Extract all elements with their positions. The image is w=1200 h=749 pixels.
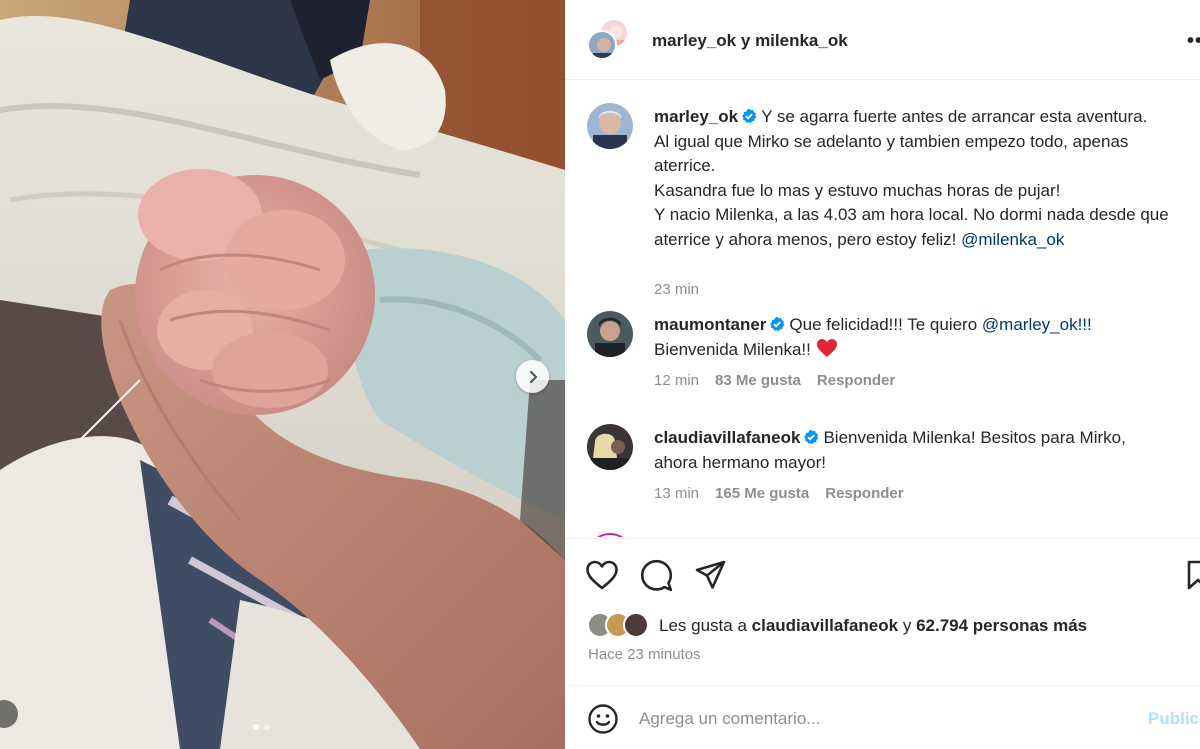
add-comment-bar: Publicar — [565, 685, 1200, 749]
avatar — [623, 612, 649, 638]
comment-meta: 12 min 83 Me gusta Responder — [654, 372, 895, 389]
comment-body: Que felicidad!!! Te quiero — [789, 315, 978, 334]
comment-meta: 13 min 165 Me gusta Responder — [654, 485, 904, 502]
likes-user[interactable]: claudiavillafaneok — [752, 616, 898, 635]
caption-time[interactable]: 23 min — [654, 281, 699, 298]
header-username[interactable]: milenka_ok — [755, 31, 848, 50]
post-timestamp[interactable]: Hace 23 minutos — [588, 646, 701, 663]
carousel-next-button[interactable] — [516, 360, 549, 393]
save-button[interactable] — [1186, 559, 1200, 591]
caption-line: Kasandra fue lo mas y estuvo muchas hora… — [654, 180, 1061, 200]
more-options-icon[interactable]: •• — [1187, 30, 1200, 53]
comments-list: marley_ok Y se agarra fuerte antes de arr… — [565, 81, 1200, 537]
post-media[interactable] — [0, 0, 565, 749]
carousel-dot — [253, 724, 259, 730]
caption-line: Al igual que Mirko se adelanto y tambien… — [654, 131, 1129, 176]
post-photo — [0, 0, 565, 749]
caption-meta: 23 min — [654, 281, 699, 298]
post-authors[interactable]: marley_ok y milenka_ok — [652, 31, 848, 51]
header-username[interactable]: marley_ok — [652, 31, 736, 50]
comment-text: maumontaner Que felicidad!!! Te quiero @m… — [654, 313, 1174, 362]
comment-icon — [640, 559, 673, 592]
share-button[interactable] — [694, 559, 727, 591]
likes-summary[interactable]: Les gusta a claudiavillafaneok y 62.794 … — [587, 612, 1087, 640]
comment-likes[interactable]: 165 Me gusta — [715, 485, 809, 502]
comment-likes[interactable]: 83 Me gusta — [715, 372, 801, 389]
avatar[interactable] — [587, 533, 633, 537]
mention-link[interactable]: @marley_ok!!! — [982, 315, 1092, 334]
likes-prefix: Les gusta a — [659, 616, 747, 635]
emoji-button[interactable] — [587, 703, 619, 740]
collab-avatars[interactable] — [587, 18, 631, 64]
comment-input[interactable] — [639, 706, 1119, 732]
comment-body: Bienvenida Milenka!! — [654, 339, 811, 359]
avatar[interactable] — [587, 103, 633, 149]
heart-icon — [586, 560, 618, 590]
verified-badge-icon — [742, 108, 757, 124]
verified-badge-icon — [770, 316, 785, 332]
like-button[interactable] — [585, 559, 619, 591]
caption-line: Y nacio Milenka, a las 4.03 am hora loca… — [654, 205, 1169, 249]
post-panel: marley_ok y milenka_ok •• marley_ok Y se … — [565, 0, 1200, 749]
post-header: marley_ok y milenka_ok •• — [565, 0, 1200, 80]
avatar[interactable] — [587, 311, 633, 357]
carousel-dot — [264, 724, 270, 730]
verified-badge-icon — [804, 429, 819, 445]
smiley-icon — [588, 704, 618, 734]
reply-button[interactable]: Responder — [825, 485, 903, 502]
red-heart-emoji-icon — [816, 338, 837, 357]
likes-text: Les gusta a claudiavillafaneok y 62.794 … — [659, 616, 1087, 636]
likes-joiner: y — [902, 616, 912, 635]
carousel-indicator — [253, 724, 270, 730]
comment-username[interactable]: claudiavillafaneok — [654, 428, 800, 447]
caption-username[interactable]: marley_ok — [654, 107, 738, 126]
mention-link[interactable]: @milenka_ok — [961, 230, 1064, 249]
avatar — [587, 30, 617, 60]
comment-username[interactable]: maumontaner — [654, 315, 766, 334]
likes-others[interactable]: 62.794 personas más — [916, 616, 1087, 635]
paper-plane-icon — [695, 560, 726, 589]
header-joiner: y — [740, 31, 751, 50]
comment-time[interactable]: 12 min — [654, 372, 699, 389]
reply-button[interactable]: Responder — [817, 372, 895, 389]
comment-time[interactable]: 13 min — [654, 485, 699, 502]
likers-avatars — [587, 612, 653, 640]
caption-line: Y se agarra fuerte antes de arrancar est… — [761, 107, 1148, 126]
caption-text: marley_ok Y se agarra fuerte antes de arr… — [654, 105, 1174, 252]
comment-text: claudiavillafaneok Bienvenida Milenka! Be… — [654, 426, 1174, 475]
chevron-right-icon — [529, 370, 537, 383]
comment-button[interactable] — [640, 559, 673, 592]
post-comment-button[interactable]: Publicar — [1148, 709, 1200, 729]
bookmark-icon — [1187, 560, 1200, 590]
avatar[interactable] — [587, 424, 633, 470]
